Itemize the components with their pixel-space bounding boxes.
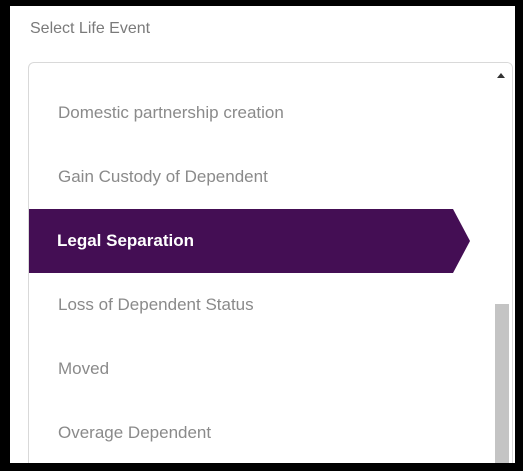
life-event-listbox[interactable]: Domestic partnership creation Gain Custo…: [28, 62, 513, 463]
list-item-legal-separation-selected[interactable]: Legal Separation: [29, 209, 470, 273]
list-item-label: Moved: [58, 359, 110, 378]
list-item-overage-dependent[interactable]: Overage Dependent: [29, 401, 211, 463]
list-item-label: Legal Separation: [57, 231, 194, 250]
list-item-loss-of-dependent-status[interactable]: Loss of Dependent Status: [29, 273, 254, 337]
list-item-label: Overage Dependent: [58, 423, 212, 442]
list-item-domestic-partnership-creation[interactable]: Domestic partnership creation: [29, 81, 284, 145]
life-event-panel: Select Life Event Domestic partnership c…: [10, 6, 515, 463]
list-item-label: Gain Custody of Dependent: [58, 167, 268, 186]
triangle-up-icon[interactable]: [497, 73, 505, 78]
scrollbar-thumb[interactable]: [495, 304, 509, 463]
vertical-scrollbar[interactable]: [492, 63, 512, 463]
list-item-moved[interactable]: Moved: [29, 337, 109, 401]
select-life-event-label: Select Life Event: [30, 20, 151, 37]
list-item-gain-custody-of-dependent[interactable]: Gain Custody of Dependent: [29, 145, 268, 209]
list-item-label: Domestic partnership creation: [58, 103, 284, 122]
list-item-label: Loss of Dependent Status: [58, 295, 254, 314]
